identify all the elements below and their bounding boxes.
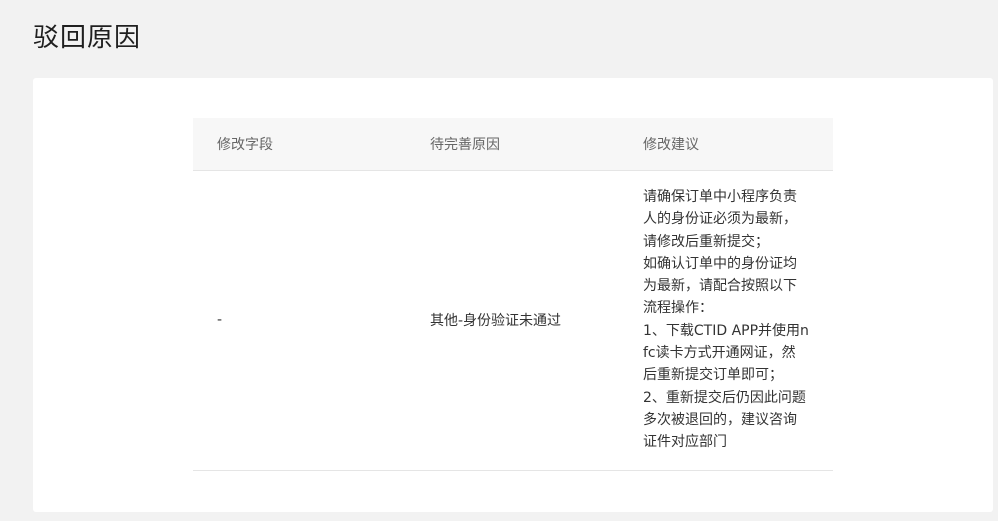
suggestion-line: 证件对应部门 <box>643 434 727 451</box>
reject-reason-table: 修改字段 待完善原因 修改建议 - 其他-身份验证未通过 请确保订单中小程序负责… <box>193 118 833 471</box>
table-body: - 其他-身份验证未通过 请确保订单中小程序负责 人的身份证必须为最新， 请修改… <box>193 171 833 471</box>
suggestion-line: 后重新提交订单即可； <box>643 367 783 384</box>
header-suggestion: 修改建议 <box>643 137 699 153</box>
suggestion-line: 为最新，请配合按照以下 <box>643 278 797 295</box>
content-card: 修改字段 待完善原因 修改建议 - 其他-身份验证未通过 请确保订单中小程序负责… <box>33 78 993 512</box>
table-header: 修改字段 待完善原因 修改建议 <box>193 118 833 171</box>
suggestion-line: 请确保订单中小程序负责 <box>643 189 797 205</box>
cell-field: - <box>217 311 223 328</box>
suggestion-line: 流程操作： <box>643 300 713 317</box>
header-reason: 待完善原因 <box>430 137 500 153</box>
suggestion-line: 2、重新提交后仍因此问题 <box>643 389 806 406</box>
suggestion-line: 如确认订单中的身份证均 <box>643 255 797 272</box>
cell-suggestion: 请确保订单中小程序负责 人的身份证必须为最新， 请修改后重新提交； 如确认订单中… <box>619 186 833 454</box>
page-title: 驳回原因 <box>33 23 142 53</box>
cell-reason: 其他-身份验证未通过 <box>430 312 562 329</box>
suggestion-line: 多次被退回的，建议咨询 <box>643 411 797 428</box>
suggestion-line: 请修改后重新提交； <box>643 233 769 250</box>
header-field: 修改字段 <box>217 137 273 153</box>
table-row: - 其他-身份验证未通过 请确保订单中小程序负责 人的身份证必须为最新， 请修改… <box>193 171 833 471</box>
suggestion-line: fc读卡方式开通网证，然 <box>643 345 796 362</box>
suggestion-line: 人的身份证必须为最新， <box>643 211 797 228</box>
suggestion-line: 1、下载CTID APP并使用n <box>643 322 809 339</box>
